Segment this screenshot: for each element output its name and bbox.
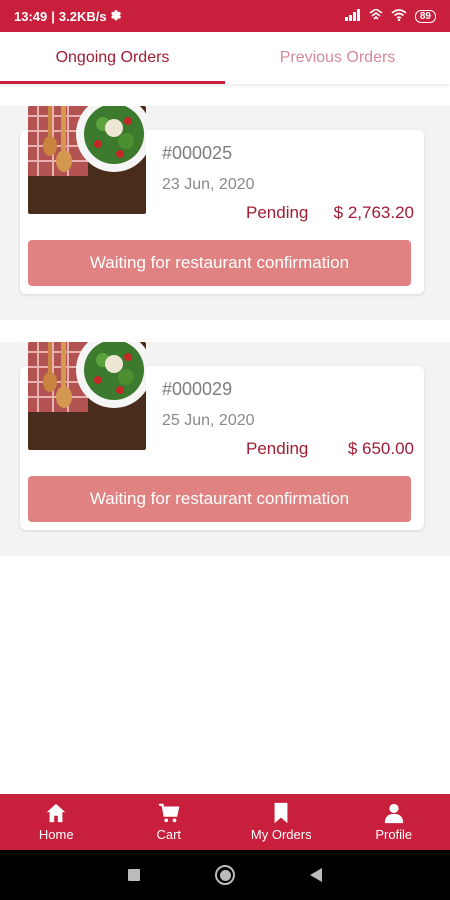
- order-food-image: [28, 106, 146, 214]
- nav-cart[interactable]: Cart: [113, 794, 226, 850]
- fan-icon: ✽: [110, 8, 122, 23]
- signal-icon: [344, 8, 361, 24]
- status-bar: 13:49 | 3.2KB/s ✽ 89: [0, 0, 450, 32]
- order-number: #000029: [162, 379, 233, 399]
- order-date: 23 Jun, 2020: [162, 176, 255, 193]
- order-date: 25 Jun, 2020: [162, 412, 255, 429]
- nav-cart-label: Cart: [156, 827, 182, 842]
- system-navigation-bar: [0, 850, 450, 900]
- home-button-icon[interactable]: [215, 865, 235, 885]
- data-icon: [369, 7, 383, 24]
- status-network-speed: 3.2KB/s: [58, 8, 107, 24]
- back-icon[interactable]: [310, 868, 322, 882]
- nav-profile[interactable]: Profile: [338, 794, 450, 850]
- wifi-icon: [391, 8, 407, 24]
- order-status: Pending: [246, 203, 309, 222]
- order-food-image: [28, 342, 146, 450]
- waiting-confirmation-button[interactable]: Waiting for restaurant confirmation: [28, 476, 411, 522]
- order-status: Pending: [246, 439, 309, 458]
- nav-home-label: Home: [38, 827, 74, 842]
- tab-ongoing-orders[interactable]: Ongoing Orders: [0, 32, 225, 84]
- bookmark-icon: [274, 802, 288, 824]
- cart-icon: [158, 803, 180, 823]
- recents-icon[interactable]: [128, 869, 140, 881]
- nav-profile-label: Profile: [375, 827, 413, 842]
- nav-my-orders-label: My Orders: [250, 827, 312, 842]
- person-icon: [384, 803, 403, 824]
- nav-home[interactable]: Home: [0, 794, 113, 850]
- order-number: #000025: [162, 143, 233, 163]
- nav-my-orders[interactable]: My Orders: [225, 794, 338, 850]
- home-icon: [47, 803, 66, 823]
- waiting-confirmation-button[interactable]: Waiting for restaurant confirmation: [28, 240, 411, 286]
- bottom-navigation: Home Cart My Orders Profile: [0, 794, 450, 850]
- order-tabs: Ongoing Orders Previous Orders: [0, 32, 450, 84]
- order-amount: $ 650.00: [347, 439, 414, 458]
- order-amount: $ 2,763.20: [333, 203, 414, 222]
- tab-previous-orders[interactable]: Previous Orders: [225, 32, 450, 84]
- status-time: 13:49: [14, 8, 48, 24]
- battery-icon: 89: [414, 9, 436, 23]
